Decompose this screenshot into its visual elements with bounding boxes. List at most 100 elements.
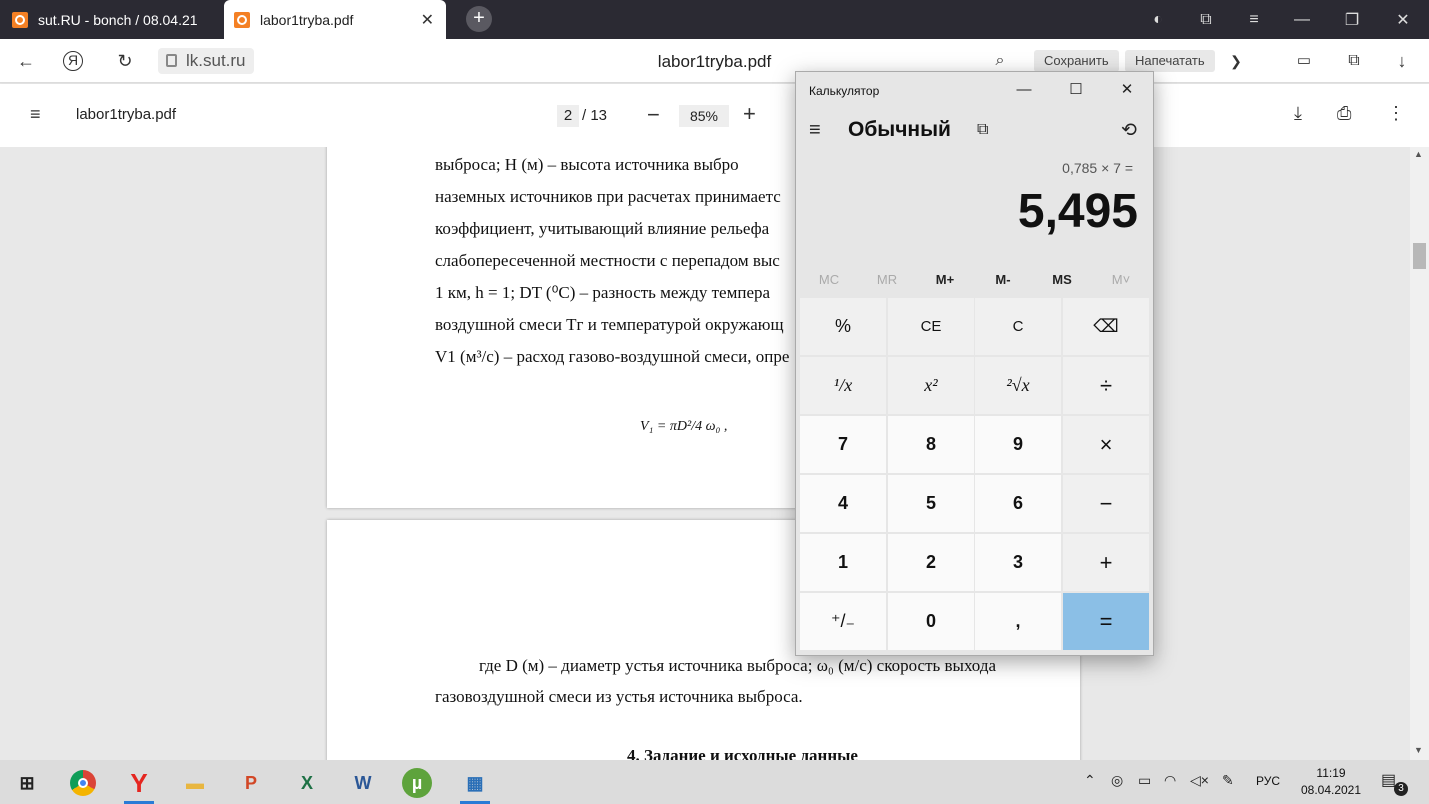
extensions-icon[interactable]: ⧉: [1342, 49, 1366, 73]
calculator-mode: Обычный: [848, 118, 951, 141]
clock[interactable]: 11:19 08.04.2021: [1298, 765, 1364, 799]
scroll-up-icon[interactable]: ▲: [1414, 149, 1423, 159]
word-icon[interactable]: W: [346, 766, 380, 800]
close-icon[interactable]: ✕: [1117, 80, 1137, 100]
scrollbar[interactable]: ▲ ▼: [1410, 147, 1429, 760]
utorrent-icon[interactable]: µ: [402, 768, 432, 798]
pdf-file-name: labor1tryba.pdf: [76, 106, 177, 123]
save-button[interactable]: Сохранить: [1034, 50, 1119, 72]
negate-key[interactable]: ⁺/₋: [800, 593, 886, 650]
keep-on-top-icon[interactable]: ⧉: [977, 121, 988, 139]
tray-expand-icon[interactable]: ⌃: [1084, 772, 1096, 789]
digit-9-key[interactable]: 9: [975, 416, 1061, 473]
webcam-icon[interactable]: ◎: [1111, 772, 1123, 789]
search-icon[interactable]: ⌕: [988, 49, 1012, 73]
calculator-result: 5,495: [1017, 185, 1138, 238]
maximize-icon[interactable]: ☐: [1066, 80, 1086, 100]
menu-icon[interactable]: ≡: [1231, 0, 1277, 39]
excel-icon[interactable]: X: [290, 766, 324, 800]
memory-add-button[interactable]: M+: [916, 272, 974, 287]
text-line: газовоздушной смеси из устья источника в…: [435, 687, 803, 706]
text-line: слабопересеченной местности с перепадом …: [435, 251, 780, 270]
text-line: наземных источников при расчетах принима…: [435, 187, 781, 206]
reciprocal-key[interactable]: ¹/x: [800, 357, 886, 414]
percent-key[interactable]: %: [800, 298, 886, 355]
chevron-down-icon[interactable]: ❯: [1224, 49, 1248, 73]
hamburger-icon[interactable]: ≡: [809, 119, 821, 142]
digit-1-key[interactable]: 1: [800, 534, 886, 591]
square-key[interactable]: x²: [888, 357, 974, 414]
start-icon[interactable]: ⊞: [10, 766, 44, 800]
pdf-content-area: выброса; H (м) – высота источника выбро …: [0, 147, 1410, 760]
zoom-level[interactable]: 85%: [679, 105, 729, 127]
close-tab-icon[interactable]: ✕: [421, 10, 434, 30]
equals-key[interactable]: =: [1063, 593, 1149, 650]
decimal-key[interactable]: ,: [975, 593, 1061, 650]
calculator-expression: 0,785 × 7 =: [1062, 160, 1133, 176]
tab-pdf[interactable]: labor1tryba.pdf ✕: [224, 0, 446, 39]
tab-sut-ru[interactable]: sut.RU - bonch / 08.04.21: [12, 0, 222, 39]
digit-0-key[interactable]: 0: [888, 593, 974, 650]
download-icon[interactable]: ↓: [1390, 49, 1414, 73]
multiply-key[interactable]: ×: [1063, 416, 1149, 473]
download-icon[interactable]: ⤓: [1294, 103, 1302, 124]
pen-icon[interactable]: ✎: [1222, 772, 1234, 789]
scrollbar-thumb[interactable]: [1413, 243, 1426, 269]
hamburger-icon[interactable]: ≡: [30, 104, 41, 125]
square-root-key[interactable]: ²√x: [975, 357, 1061, 414]
file-explorer-icon[interactable]: ▬: [178, 766, 212, 800]
scroll-down-icon[interactable]: ▼: [1414, 745, 1423, 755]
url-field[interactable]: lk.sut.ru: [158, 48, 254, 74]
memory-list-button[interactable]: M˅: [1092, 272, 1150, 287]
clock-date: 08.04.2021: [1300, 783, 1362, 797]
battery-icon[interactable]: ▭: [1138, 772, 1151, 789]
tab-label: labor1tryba.pdf: [260, 11, 354, 28]
site-favicon-icon: [12, 11, 28, 28]
zoom-out-icon[interactable]: −: [647, 102, 660, 128]
printer-icon[interactable]: ⎙: [1337, 103, 1351, 124]
address-bar: ← Я ↻ lk.sut.ru labor1tryba.pdf ⌕ Сохран…: [0, 39, 1429, 83]
print-button[interactable]: Напечатать: [1125, 50, 1215, 72]
back-icon[interactable]: ←: [14, 49, 38, 73]
divide-key[interactable]: ÷: [1063, 357, 1149, 414]
minimize-icon[interactable]: —: [1014, 80, 1034, 100]
memory-recall-button[interactable]: MR: [858, 272, 916, 287]
digit-5-key[interactable]: 5: [888, 475, 974, 532]
zoom-in-icon[interactable]: +: [743, 101, 756, 127]
new-tab-icon[interactable]: +: [466, 6, 492, 32]
digit-2-key[interactable]: 2: [888, 534, 974, 591]
backspace-key[interactable]: ⌫: [1063, 298, 1149, 355]
page-number-input[interactable]: 2: [557, 105, 579, 127]
digit-7-key[interactable]: 7: [800, 416, 886, 473]
memory-subtract-button[interactable]: M-: [974, 272, 1032, 287]
reload-icon[interactable]: ↻: [113, 49, 137, 73]
close-window-icon[interactable]: ✕: [1380, 0, 1426, 39]
profile-avatar-icon[interactable]: ◐: [1135, 0, 1181, 39]
bookmarks-icon[interactable]: ⧉: [1183, 0, 1229, 39]
clear-entry-key[interactable]: CE: [888, 298, 974, 355]
more-icon[interactable]: ⋮: [1387, 103, 1405, 124]
maximize-icon[interactable]: ❐: [1329, 0, 1375, 39]
battery-icon[interactable]: ▭: [1292, 49, 1316, 73]
memory-clear-button[interactable]: MC: [800, 272, 858, 287]
minimize-icon[interactable]: —: [1279, 0, 1325, 39]
windows-taskbar: ⊞ Y ▬ P X W µ ▦ ⌃ ◎ ▭ ◠ ◁× ✎ РУС 11:19 0…: [0, 760, 1429, 804]
calculator-icon[interactable]: ▦: [458, 766, 492, 804]
powerpoint-icon[interactable]: P: [234, 766, 268, 800]
digit-6-key[interactable]: 6: [975, 475, 1061, 532]
clear-key[interactable]: C: [975, 298, 1061, 355]
yandex-icon[interactable]: Я: [63, 51, 83, 71]
volume-muted-icon[interactable]: ◁×: [1190, 772, 1209, 789]
yandex-browser-icon[interactable]: Y: [122, 766, 156, 804]
history-icon[interactable]: ⟲: [1121, 119, 1137, 142]
digit-4-key[interactable]: 4: [800, 475, 886, 532]
digit-3-key[interactable]: 3: [975, 534, 1061, 591]
language-indicator[interactable]: РУС: [1256, 774, 1280, 788]
memory-store-button[interactable]: MS: [1033, 272, 1091, 287]
chrome-icon[interactable]: [66, 766, 100, 800]
add-key[interactable]: +: [1063, 534, 1149, 591]
wifi-icon[interactable]: ◠: [1164, 772, 1176, 789]
digit-8-key[interactable]: 8: [888, 416, 974, 473]
subtract-key[interactable]: −: [1063, 475, 1149, 532]
text-line: коэффициент, учитывающий влияние рельефа: [435, 219, 770, 238]
